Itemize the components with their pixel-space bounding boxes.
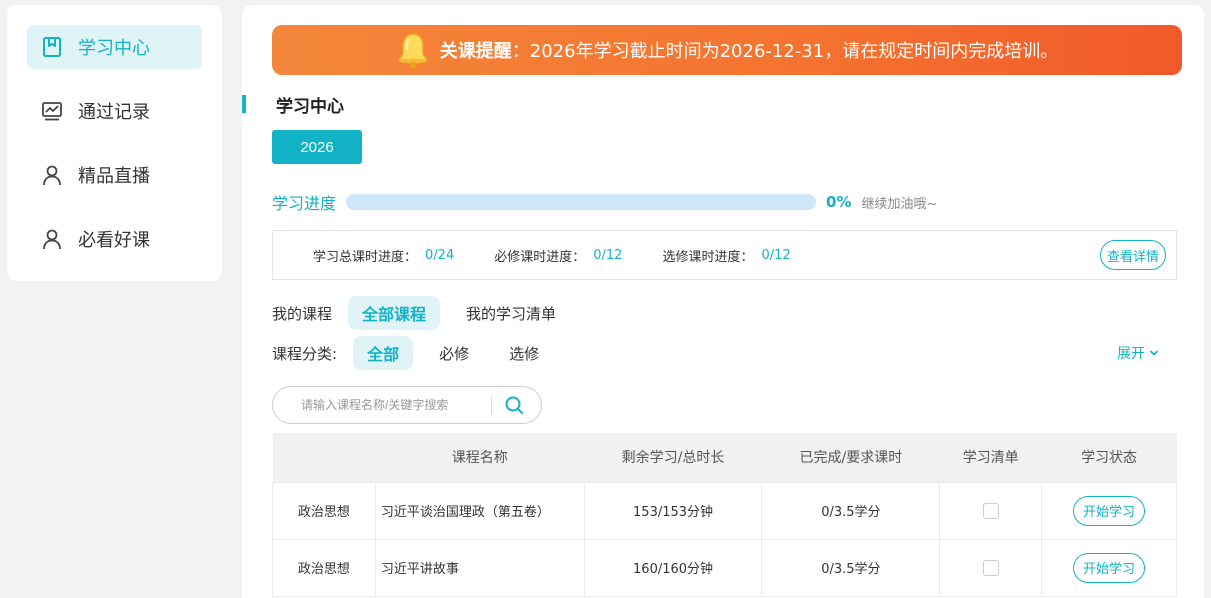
header-status: 学习状态 — [1041, 433, 1177, 482]
start-learning-button[interactable]: 开始学习 — [1073, 495, 1146, 526]
notice-text: ：2026年学习截止时间为2026-12-31，请在规定时间内完成培训。 — [511, 41, 1059, 62]
cell-category: 政治思想 — [272, 481, 376, 540]
sidebar-item-must-watch[interactable]: 必看好课 — [27, 217, 202, 261]
sidebar-item-learning-center[interactable]: 学习中心 — [27, 25, 202, 69]
tab-all-courses[interactable]: 全部课程 — [348, 296, 441, 330]
study-list-checkbox[interactable] — [982, 559, 999, 576]
cell-study-list — [939, 481, 1043, 540]
stat-required: 必修课时进度： 0/12 — [494, 246, 622, 265]
user-icon — [41, 228, 63, 250]
tab-category-all[interactable]: 全部 — [353, 336, 414, 370]
my-courses-label: 我的课程 — [272, 304, 333, 323]
course-table: 课程名称 剩余学习/总时长 已完成/要求课时 学习清单 学习状态 政治思想 习近… — [272, 433, 1177, 597]
cell-credits: 0/3.5学分 — [761, 481, 941, 540]
cell-status: 开始学习 — [1041, 538, 1177, 597]
my-courses-row: 我的课程 全部课程 我的学习清单 — [272, 296, 582, 330]
stat-total-value: 0/24 — [425, 247, 455, 263]
table-row: 政治思想 习近平谈治国理政（第五卷） 153/153分钟 0/3.5学分 开始学… — [272, 481, 1177, 540]
page-title: 学习中心 — [242, 93, 344, 117]
header-duration: 剩余学习/总时长 — [584, 433, 762, 482]
sidebar-item-label: 通过记录 — [78, 102, 150, 123]
cell-course-name: 习近平讲故事 — [374, 538, 585, 597]
stat-elective-value: 0/12 — [761, 247, 791, 263]
sidebar-item-label: 学习中心 — [78, 38, 150, 59]
progress-percent: 0% — [826, 193, 852, 211]
chart-monitor-icon — [41, 100, 63, 122]
expand-toggle[interactable]: 展开 — [1117, 343, 1159, 363]
progress-label: 学习进度 — [272, 194, 337, 213]
cell-credits: 0/3.5学分 — [761, 538, 941, 597]
cell-status: 开始学习 — [1041, 481, 1177, 540]
search-input[interactable] — [301, 398, 481, 412]
header-course-name: 课程名称 — [375, 433, 585, 482]
view-details-button[interactable]: 查看详情 — [1099, 240, 1166, 270]
user-icon — [41, 164, 63, 186]
stat-total-label: 学习总课时进度： — [313, 249, 418, 265]
bookmark-icon — [41, 36, 63, 58]
progress-row: 学习进度 0% 继续加油哦~ — [272, 190, 937, 214]
search-box — [272, 386, 542, 424]
sidebar: 学习中心 通过记录 精品直播 必看好课 — [7, 5, 222, 281]
main-panel: 关课提醒 ：2026年学习截止时间为2026-12-31，请在规定时间内完成培训… — [242, 5, 1204, 598]
table-header-row: 课程名称 剩余学习/总时长 已完成/要求课时 学习清单 学习状态 — [272, 433, 1177, 482]
search-divider — [491, 396, 492, 414]
header-category — [272, 433, 376, 482]
page-title-text: 学习中心 — [276, 96, 344, 117]
title-accent-bar — [242, 95, 246, 113]
search-icon[interactable] — [500, 391, 528, 419]
sidebar-item-label: 必看好课 — [78, 230, 150, 251]
year-button[interactable]: 2026 — [272, 130, 362, 164]
cell-duration: 153/153分钟 — [583, 481, 763, 540]
stat-elective: 选修课时进度： 0/12 — [662, 246, 790, 265]
notice-banner: 关课提醒 ：2026年学习截止时间为2026-12-31，请在规定时间内完成培训… — [272, 25, 1182, 75]
sidebar-item-label: 精品直播 — [78, 166, 150, 187]
expand-label: 展开 — [1117, 346, 1145, 362]
tab-my-study-list[interactable]: 我的学习清单 — [452, 296, 570, 330]
stats-box: 学习总课时进度： 0/24 必修课时进度： 0/12 选修课时进度： 0/12 … — [272, 230, 1177, 280]
tab-category-elective[interactable]: 选修 — [495, 336, 553, 370]
cell-study-list — [939, 538, 1043, 597]
progress-cheer-text: 继续加油哦~ — [861, 196, 938, 212]
header-credits: 已完成/要求课时 — [761, 433, 940, 482]
chevron-down-icon — [1149, 350, 1159, 356]
stat-elective-label: 选修课时进度： — [662, 249, 754, 265]
notice-title: 关课提醒 — [439, 41, 512, 62]
sidebar-item-pass-records[interactable]: 通过记录 — [27, 89, 202, 133]
tab-category-required[interactable]: 必修 — [425, 336, 483, 370]
start-learning-button[interactable]: 开始学习 — [1073, 552, 1146, 583]
bell-icon — [396, 30, 430, 70]
study-list-checkbox[interactable] — [982, 502, 999, 519]
stat-required-label: 必修课时进度： — [494, 249, 586, 265]
cell-category: 政治思想 — [272, 538, 376, 597]
cell-duration: 160/160分钟 — [583, 538, 763, 597]
sidebar-item-live[interactable]: 精品直播 — [27, 153, 202, 197]
progress-bar — [346, 194, 817, 210]
category-label: 课程分类: — [272, 344, 338, 363]
cell-course-name: 习近平谈治国理政（第五卷） — [374, 481, 585, 540]
table-row: 政治思想 习近平讲故事 160/160分钟 0/3.5学分 开始学习 — [272, 538, 1177, 597]
category-row: 课程分类: 全部 必修 选修 — [272, 336, 565, 370]
stat-total: 学习总课时进度： 0/24 — [313, 246, 454, 265]
stat-required-value: 0/12 — [593, 247, 623, 263]
header-study-list: 学习清单 — [939, 433, 1042, 482]
